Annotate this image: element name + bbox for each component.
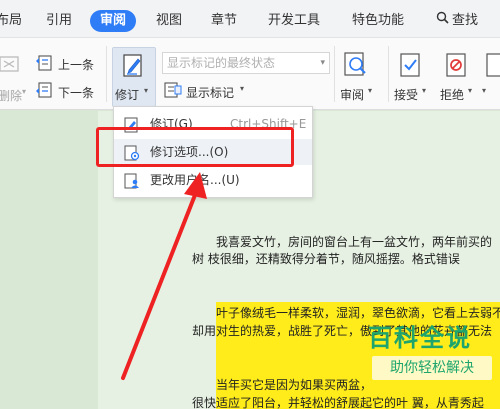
markup-status-select[interactable]: 显示标记的最终状态 ▾ bbox=[162, 52, 330, 74]
markup-status-placeholder: 显示标记的最终状态 bbox=[167, 56, 276, 70]
show-markup-dropdown-arrow[interactable]: ▾ bbox=[240, 84, 244, 93]
tab-special-features[interactable]: 特色功能 bbox=[352, 10, 404, 32]
tab-layout[interactable]: 布局 bbox=[0, 10, 22, 32]
menu-item-change-username[interactable]: 更改用户名...(U) bbox=[114, 167, 312, 193]
accept-dropdown-arrow[interactable]: ▾ bbox=[422, 86, 426, 95]
menu-tab-bar: 布局 引用 审阅 视图 章节 开发工具 特色功能 查找 bbox=[0, 0, 500, 38]
next-change-icon bbox=[36, 82, 54, 101]
reject-icon bbox=[446, 53, 468, 80]
document-line[interactable]: 我喜爱文竹，房间的窗台上有一盆文竹，两年前买的 bbox=[216, 233, 492, 250]
accept-icon bbox=[400, 53, 422, 80]
review-pane-button[interactable]: 审阅 bbox=[340, 86, 364, 103]
ribbon-toolbar: 删除 ▾ 上一条 下一条 修订 ▾ 显示标记的最终状态 ▾ 显示标记 ▾ 审阅 … bbox=[0, 38, 500, 110]
previous-change-button[interactable]: 上一条 bbox=[58, 56, 94, 73]
change-username-icon bbox=[124, 172, 140, 198]
next-change-button[interactable]: 下一条 bbox=[58, 84, 94, 101]
tab-references[interactable]: 引用 bbox=[46, 10, 72, 32]
ribbon-separator bbox=[106, 46, 107, 102]
document-line[interactable]: 很快适应了阳台，并轻松的舒展起它的叶 翼，从青秀起 bbox=[192, 394, 484, 409]
compare-dropdown-arrow[interactable]: ▾ bbox=[482, 86, 486, 95]
review-pane-icon bbox=[344, 52, 368, 81]
track-changes-icon bbox=[123, 54, 145, 81]
tab-search-label: 查找 bbox=[452, 13, 479, 28]
tab-developer-tools[interactable]: 开发工具 bbox=[268, 10, 320, 32]
track-changes-dropdown-arrow[interactable]: ▾ bbox=[144, 86, 148, 95]
show-markup-icon bbox=[164, 82, 182, 101]
watermark-logo: 百科全说 助你轻松解决 bbox=[362, 316, 498, 392]
watermark-subtitle: 助你轻松解决 bbox=[372, 356, 492, 380]
ribbon-separator bbox=[388, 46, 389, 102]
previous-change-icon bbox=[36, 55, 54, 74]
tab-review[interactable]: 审阅 bbox=[90, 10, 137, 32]
annotation-highlight-box bbox=[96, 127, 294, 167]
reject-dropdown-arrow[interactable]: ▾ bbox=[468, 86, 472, 95]
delete-button[interactable]: 删除 bbox=[0, 87, 22, 104]
tab-chapter[interactable]: 章节 bbox=[211, 10, 237, 32]
chevron-down-icon: ▾ bbox=[320, 58, 325, 68]
tab-search[interactable]: 查找 bbox=[436, 10, 478, 32]
accept-button[interactable]: 接受 bbox=[394, 86, 418, 103]
track-changes-button[interactable]: 修订 ▾ bbox=[112, 47, 156, 107]
ribbon-separator bbox=[334, 46, 335, 102]
document-line[interactable]: 树 枝很细，还精致得分着节，随风摇摆。格式错误 bbox=[192, 250, 460, 267]
search-icon bbox=[436, 10, 449, 32]
show-markup-button[interactable]: 显示标记 bbox=[186, 84, 234, 101]
compare-icon[interactable] bbox=[486, 53, 500, 80]
delete-icon bbox=[0, 52, 24, 79]
document-line[interactable]: 当年买它是因为如果买两盆， bbox=[216, 376, 372, 393]
delete-dropdown-arrow[interactable]: ▾ bbox=[22, 87, 26, 96]
watermark-title: 百科全说 bbox=[368, 324, 472, 352]
tab-view[interactable]: 视图 bbox=[156, 10, 182, 32]
menu-item-label: 更改用户名...(U) bbox=[150, 173, 240, 187]
track-changes-label: 修订 bbox=[115, 88, 140, 102]
reject-button[interactable]: 拒绝 bbox=[440, 86, 464, 103]
review-pane-dropdown-arrow[interactable]: ▾ bbox=[368, 86, 372, 95]
